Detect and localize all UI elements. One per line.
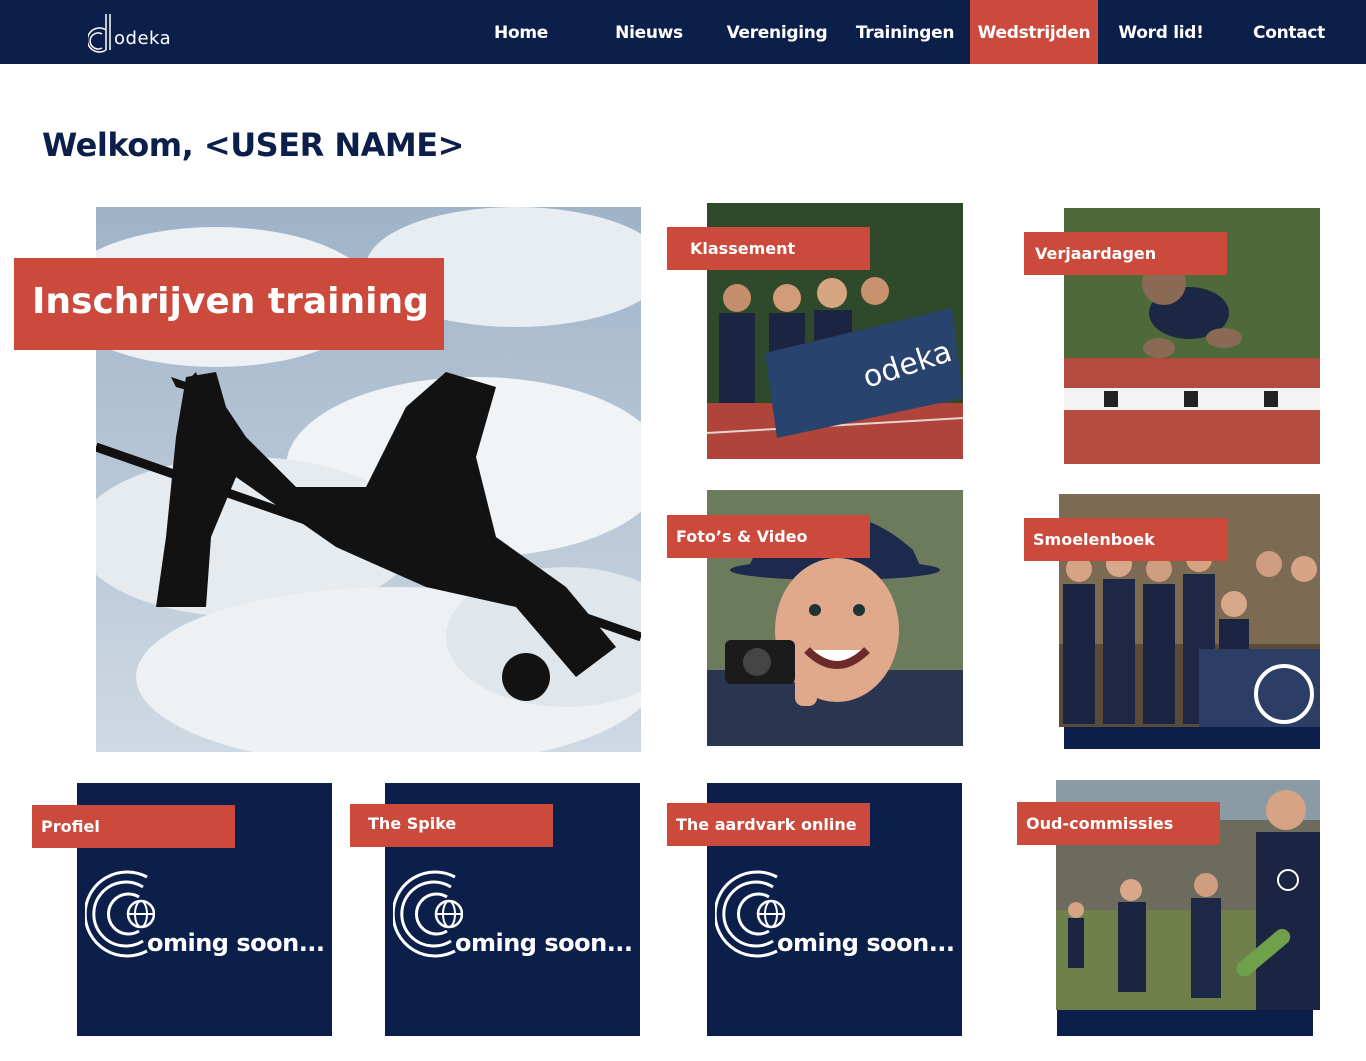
nav-home[interactable]: Home bbox=[458, 0, 584, 64]
welcome-heading: Welkom, <USER NAME> bbox=[42, 126, 464, 164]
nav-nieuws[interactable]: Nieuws bbox=[586, 0, 712, 64]
nav-wedstrijden[interactable]: Wedstrijden bbox=[970, 0, 1098, 64]
coming-soon-text: oming soon... bbox=[777, 929, 955, 957]
nav-trainingen[interactable]: Trainingen bbox=[842, 0, 968, 64]
training-label[interactable]: Inschrijven training bbox=[14, 258, 444, 350]
coming-soon-text: oming soon... bbox=[455, 929, 633, 957]
klassement-label[interactable]: Klassement bbox=[667, 227, 870, 270]
logo-text: odeka bbox=[114, 28, 172, 49]
nav-vereniging[interactable]: Vereniging bbox=[714, 0, 840, 64]
fotos-label[interactable]: Foto’s & Video bbox=[667, 515, 870, 558]
coming-soon-logo-icon bbox=[393, 870, 463, 958]
verjaardagen-label[interactable]: Verjaardagen bbox=[1024, 232, 1227, 275]
spike-label[interactable]: The Spike bbox=[350, 804, 553, 847]
nav-word-lid[interactable]: Word lid! bbox=[1098, 0, 1224, 64]
nav-contact[interactable]: Contact bbox=[1226, 0, 1352, 64]
coming-soon-text: oming soon... bbox=[147, 929, 325, 957]
aardvark-label[interactable]: The aardvark online bbox=[667, 803, 870, 846]
dodeka-logo[interactable]: odeka bbox=[88, 8, 198, 56]
oudcommissies-label[interactable]: Oud-commissies bbox=[1017, 802, 1220, 845]
coming-soon-logo-icon bbox=[85, 870, 155, 958]
profiel-label[interactable]: Profiel bbox=[32, 805, 235, 848]
coming-soon-logo-icon bbox=[715, 870, 785, 958]
top-navbar: odeka Home Nieuws Vereniging Trainingen … bbox=[0, 0, 1366, 64]
smoelenboek-label[interactable]: Smoelenboek bbox=[1024, 518, 1227, 561]
